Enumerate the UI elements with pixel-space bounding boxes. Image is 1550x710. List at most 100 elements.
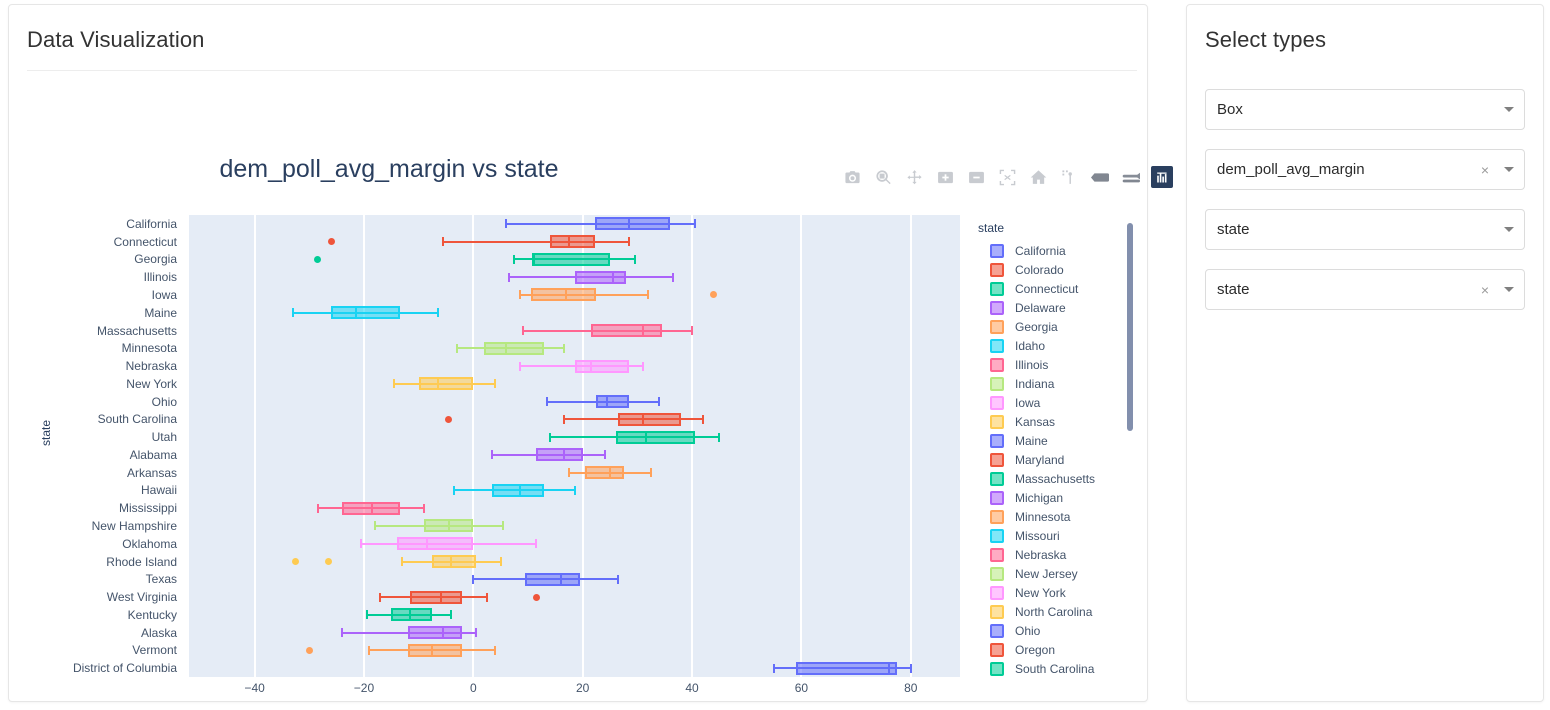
legend-scrollbar[interactable] xyxy=(1127,223,1133,431)
box-body[interactable] xyxy=(391,608,433,622)
box-plot-series xyxy=(189,215,960,677)
box-median-line xyxy=(518,483,521,497)
box-body[interactable] xyxy=(484,341,545,355)
box-body[interactable] xyxy=(533,252,611,266)
box-whisker-cap xyxy=(603,450,606,460)
box-whisker-cap xyxy=(499,557,502,566)
box-outlier-point[interactable] xyxy=(292,558,300,565)
box-outlier-point[interactable] xyxy=(305,646,313,654)
pan-icon[interactable] xyxy=(903,166,925,188)
box-body[interactable] xyxy=(594,217,671,231)
legend-item[interactable]: North Carolina xyxy=(976,602,1141,621)
legend-item[interactable]: Kansas xyxy=(976,412,1141,431)
legend-item[interactable]: Idaho xyxy=(976,336,1141,355)
color-variable-select[interactable]: state × xyxy=(1205,269,1525,310)
box-body[interactable] xyxy=(407,626,463,640)
box-body[interactable] xyxy=(585,466,624,480)
legend-item[interactable]: New York xyxy=(976,583,1141,602)
zoom-out-icon[interactable] xyxy=(965,166,987,188)
box-outlier-point[interactable] xyxy=(327,238,335,246)
box-body[interactable] xyxy=(407,643,463,657)
box-body[interactable] xyxy=(795,661,898,675)
box-body[interactable] xyxy=(432,555,477,568)
reset-axes-icon[interactable] xyxy=(1027,166,1049,188)
legend-item[interactable]: Massachusetts xyxy=(976,469,1141,488)
legend-item[interactable]: Delaware xyxy=(976,298,1141,317)
box-median-line xyxy=(641,412,644,426)
legend-item[interactable]: Minnesota xyxy=(976,507,1141,526)
box-whisker-cap xyxy=(502,521,505,531)
box-body[interactable] xyxy=(396,537,474,551)
zoom-in-icon[interactable] xyxy=(934,166,956,188)
plotly-modebar[interactable] xyxy=(841,164,1173,190)
box-body[interactable] xyxy=(530,288,597,302)
hover-compare-icon[interactable] xyxy=(1120,166,1142,188)
plot-container[interactable]: dem_poll_avg_margin vs state California C… xyxy=(9,71,1173,710)
x-axis-tick-label: −20 xyxy=(353,681,375,695)
box-body[interactable] xyxy=(410,590,463,604)
plot-area[interactable] xyxy=(189,215,960,677)
legend-item-label: Nebraska xyxy=(1015,547,1067,562)
legend-item[interactable]: Ohio xyxy=(976,621,1141,640)
box-whisker-cap xyxy=(401,557,404,566)
box-outlier-point[interactable] xyxy=(445,415,453,423)
plot-type-select[interactable]: Box xyxy=(1205,89,1525,130)
box-body[interactable] xyxy=(574,270,627,284)
box-body[interactable] xyxy=(618,412,682,426)
autoscale-icon[interactable] xyxy=(996,166,1018,188)
box-body[interactable] xyxy=(331,306,400,320)
box-outlier-point[interactable] xyxy=(710,291,718,299)
toggle-spike-lines-icon[interactable] xyxy=(1058,166,1080,188)
legend-item[interactable]: Georgia xyxy=(976,317,1141,336)
x-variable-select[interactable]: dem_poll_avg_margin × xyxy=(1205,149,1525,190)
legend-item[interactable]: South Carolina xyxy=(976,659,1141,678)
legend-item-label: Georgia xyxy=(1015,319,1058,334)
box-body[interactable] xyxy=(615,430,695,444)
legend-item[interactable]: Connecticut xyxy=(976,279,1141,298)
legend-item[interactable]: Colorado xyxy=(976,260,1141,279)
box-body[interactable] xyxy=(418,377,474,391)
box-body[interactable] xyxy=(574,359,630,373)
chevron-down-icon[interactable] xyxy=(1504,167,1514,172)
box-outlier-point[interactable] xyxy=(314,255,321,263)
legend-item[interactable]: Maryland xyxy=(976,450,1141,469)
chevron-down-icon[interactable] xyxy=(1504,107,1514,112)
legend-item[interactable]: Iowa xyxy=(976,393,1141,412)
legend-item-label: Iowa xyxy=(1015,395,1041,410)
legend-item[interactable]: Illinois xyxy=(976,355,1141,374)
chevron-down-icon[interactable] xyxy=(1504,227,1514,232)
legend-item[interactable]: California xyxy=(976,241,1141,260)
clear-selection-icon[interactable]: × xyxy=(1478,161,1492,179)
y-axis-tick-label: Georgia xyxy=(134,252,177,267)
hover-closest-icon[interactable] xyxy=(1089,166,1111,188)
plotly-logo-icon[interactable] xyxy=(1151,166,1173,188)
legend[interactable]: state California Colorado Connecticut Delaw… xyxy=(976,221,1141,679)
legend-item[interactable]: Indiana xyxy=(976,374,1141,393)
zoom-icon[interactable] xyxy=(872,166,894,188)
y-axis-tick-label: Massachusetts xyxy=(96,323,177,338)
select-value: dem_poll_avg_margin xyxy=(1217,161,1365,178)
y-variable-select[interactable]: state xyxy=(1205,209,1525,250)
box-body[interactable] xyxy=(536,448,583,462)
box-body[interactable] xyxy=(525,572,580,586)
legend-item[interactable]: Michigan xyxy=(976,488,1141,507)
box-whisker-cap xyxy=(507,272,510,282)
box-median-line xyxy=(442,626,445,640)
legend-swatch-icon xyxy=(990,395,1004,410)
box-outlier-point[interactable] xyxy=(532,593,540,601)
box-body[interactable] xyxy=(549,235,595,249)
box-body[interactable] xyxy=(590,324,662,337)
legend-item[interactable]: Oregon xyxy=(976,640,1141,659)
legend-item[interactable]: Maine xyxy=(976,431,1141,450)
legend-item[interactable]: New Jersey xyxy=(976,564,1141,583)
clear-selection-icon[interactable]: × xyxy=(1478,281,1492,299)
box-outlier-point[interactable] xyxy=(324,558,332,565)
legend-item[interactable]: Missouri xyxy=(976,526,1141,545)
legend-item[interactable]: Nebraska xyxy=(976,545,1141,564)
download-plot-icon[interactable] xyxy=(841,166,863,188)
chevron-down-icon[interactable] xyxy=(1504,287,1514,292)
box-body[interactable] xyxy=(596,395,630,409)
box-whisker[interactable] xyxy=(443,240,630,243)
box-whisker-cap xyxy=(442,237,445,247)
y-axis-tick-label: Oklahoma xyxy=(122,536,177,551)
